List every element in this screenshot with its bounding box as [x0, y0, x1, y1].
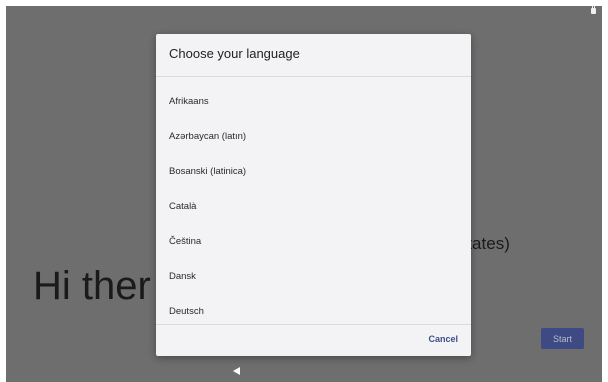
language-item-azerbaycan[interactable]: Azərbaycan (latın) — [156, 119, 471, 154]
lock-icon — [591, 6, 596, 14]
language-dialog: Choose your language ‾ ‾ ‾ Afrikaans Azə… — [156, 34, 471, 356]
divider — [156, 324, 471, 325]
language-item-label: Azərbaycan (latın) — [169, 131, 247, 142]
language-item-deutsch[interactable]: Deutsch — [156, 294, 471, 324]
language-item-cestina[interactable]: Čeština — [156, 224, 471, 259]
language-item-label: Català — [169, 201, 197, 212]
navigation-bar — [6, 360, 602, 382]
language-item-label: Čeština — [169, 236, 202, 247]
screen: Hi ther States) Start Choose your langua… — [6, 6, 602, 382]
welcome-greeting: Hi ther — [33, 264, 151, 308]
language-list[interactable]: ‾ ‾ ‾ Afrikaans Azərbaycan (latın) Bosan… — [156, 77, 471, 324]
language-item-bosanski[interactable]: Bosanski (latinica) — [156, 154, 471, 189]
scrolled-list-item: ‾ ‾ ‾ — [169, 77, 205, 81]
language-item-label: Bosanski (latinica) — [169, 166, 247, 177]
cancel-button[interactable]: Cancel — [428, 334, 458, 344]
start-button[interactable]: Start — [541, 328, 584, 349]
language-item-catala[interactable]: Català — [156, 189, 471, 224]
language-item-label: Dansk — [169, 271, 196, 282]
language-item-dansk[interactable]: Dansk — [156, 259, 471, 294]
language-item-afrikaans[interactable]: Afrikaans — [156, 84, 471, 119]
language-item-label: Deutsch — [169, 306, 204, 317]
language-item-label: Afrikaans — [169, 96, 209, 107]
back-icon[interactable] — [233, 367, 240, 375]
dialog-title: Choose your language — [169, 46, 300, 61]
